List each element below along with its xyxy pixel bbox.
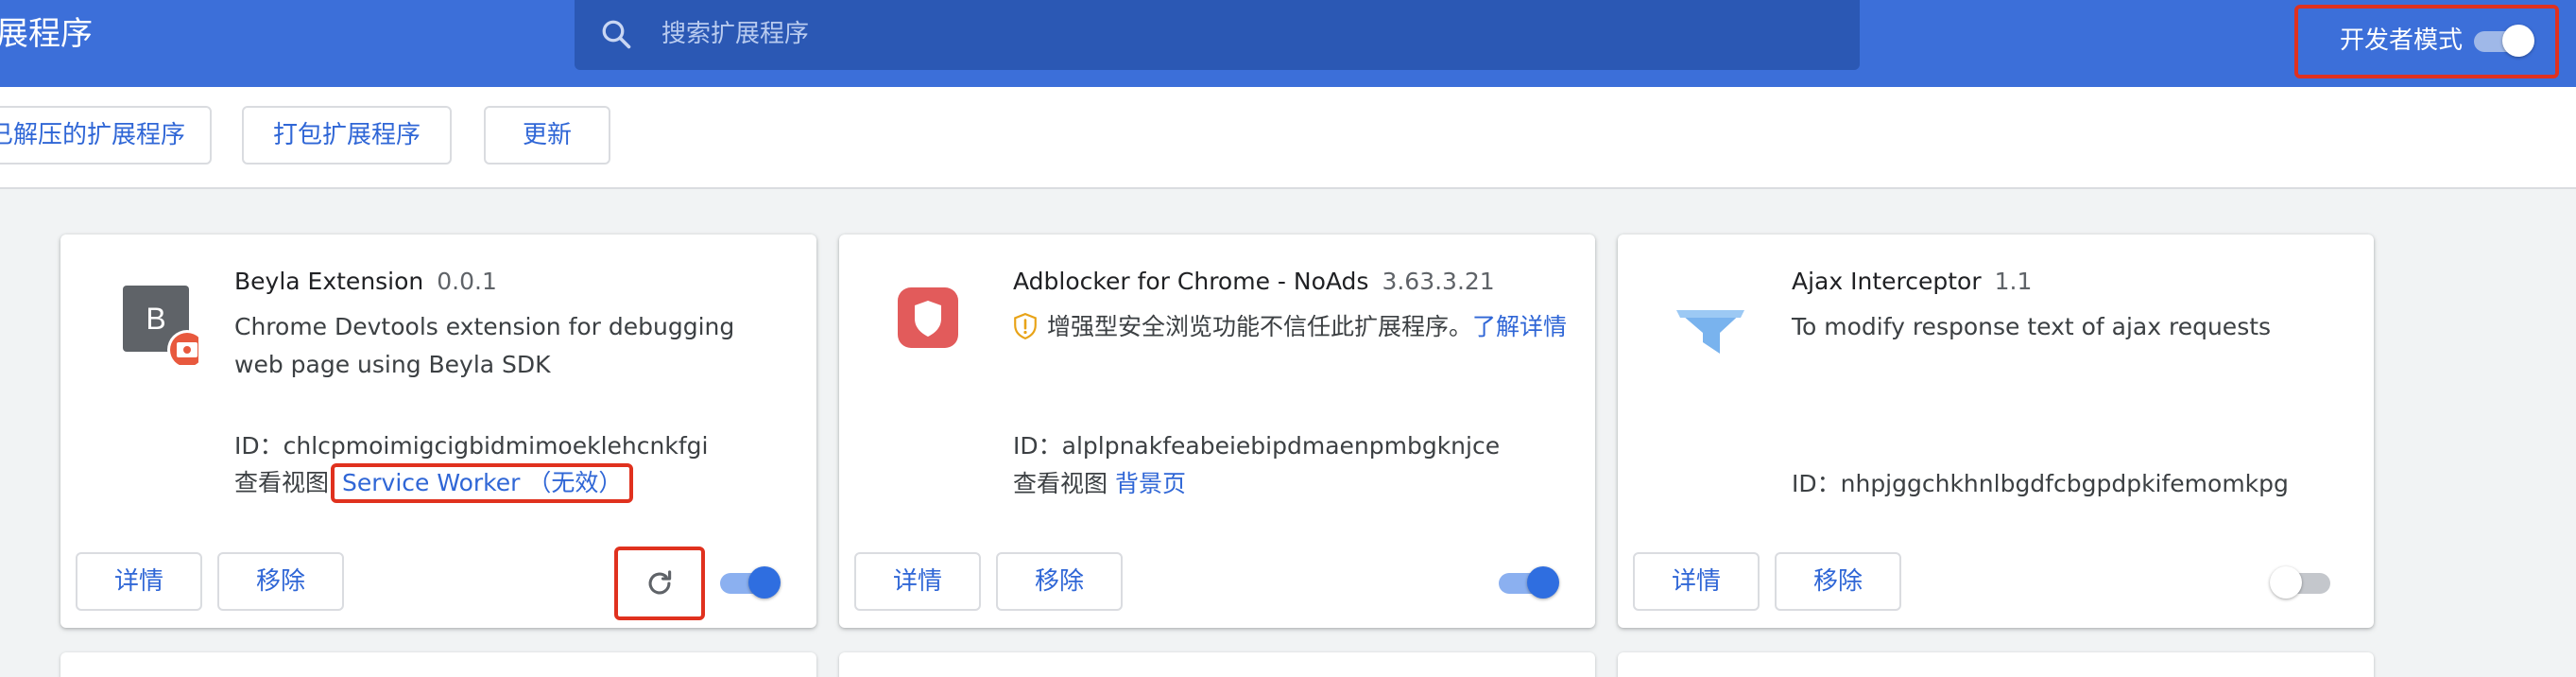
- extension-id: ID：chlcpmoimigcigbidmimoeklehcnkfgi: [234, 432, 709, 460]
- remove-button[interactable]: 移除: [217, 552, 344, 611]
- enable-toggle[interactable]: [716, 565, 781, 599]
- inspect-views: 查看视图 Service Worker （无效）: [234, 463, 634, 503]
- extension-id: ID：alplpnakfeabeiebipdmaenpmbgknjce: [1013, 432, 1501, 460]
- warning-shield-icon: [1014, 313, 1037, 339]
- pack-extension-button[interactable]: 打包扩展程序: [242, 106, 452, 165]
- learn-more-link[interactable]: 了解详情: [1472, 313, 1567, 340]
- service-worker-link[interactable]: Service Worker （无效）: [342, 469, 622, 496]
- reload-icon: [648, 570, 672, 595]
- search-box[interactable]: [575, 0, 1860, 70]
- extension-card-partial: [60, 652, 816, 677]
- top-header: 展程序 开发者模式: [0, 0, 2576, 87]
- extension-description: To modify response text of ajax requests: [1792, 313, 2272, 340]
- reload-button[interactable]: [614, 547, 705, 620]
- extension-name: Ajax Interceptor 1.1: [1792, 268, 2033, 295]
- details-button[interactable]: 详情: [1633, 552, 1760, 611]
- enable-toggle[interactable]: [1495, 565, 1559, 599]
- background-page-link[interactable]: 背景页: [1115, 470, 1186, 497]
- enable-toggle[interactable]: [2270, 565, 2334, 599]
- remove-button[interactable]: 移除: [996, 552, 1123, 611]
- extension-card-ajax-interceptor: Ajax Interceptor 1.1 To modify response t…: [1618, 234, 2374, 628]
- safe-browsing-warning: 增强型安全浏览功能不信任此扩展程序。了解详情: [1013, 308, 1571, 346]
- search-input[interactable]: [661, 13, 1795, 55]
- load-unpacked-button[interactable]: 已解压的扩展程序: [0, 106, 212, 165]
- developer-mode-toggle[interactable]: [2470, 24, 2534, 57]
- toolbar: 已解压的扩展程序 打包扩展程序 更新: [0, 87, 2576, 189]
- developer-mode-label: 开发者模式: [2340, 26, 2464, 55]
- extension-description: Chrome Devtools extension for debugging …: [234, 313, 735, 378]
- page-title: 展程序: [0, 15, 93, 53]
- extension-card-beyla: B Beyla Extension 0.0.1 Chrome Devtools e…: [60, 234, 816, 628]
- shield-icon: [886, 274, 977, 365]
- extension-version: 3.63.3.21: [1382, 268, 1495, 295]
- extension-version: 0.0.1: [437, 268, 497, 295]
- extension-card-adblocker: Adblocker for Chrome - NoAds 3.63.3.21 增强…: [839, 234, 1595, 628]
- beyla-letter-b-icon: B: [108, 274, 207, 370]
- extension-version: 1.1: [1994, 268, 2033, 295]
- extension-id: ID：nhpjggchkhnlbgdfcbgpdpkifemomkpg: [1792, 470, 2289, 497]
- remove-button[interactable]: 移除: [1775, 552, 1901, 611]
- inspect-views: 查看视图 背景页: [1013, 470, 1186, 497]
- extension-name: Beyla Extension 0.0.1: [234, 268, 497, 295]
- update-button[interactable]: 更新: [484, 106, 610, 165]
- funnel-icon: [1665, 274, 1756, 365]
- svg-text:B: B: [146, 302, 165, 336]
- extension-name: Adblocker for Chrome - NoAds 3.63.3.21: [1013, 268, 1495, 295]
- search-icon: [602, 20, 631, 49]
- developer-mode-control: 开发者模式: [2294, 5, 2559, 78]
- details-button[interactable]: 详情: [854, 552, 981, 611]
- details-button[interactable]: 详情: [76, 552, 202, 611]
- extension-card-partial: [839, 652, 1595, 677]
- extension-card-partial: [1618, 652, 2374, 677]
